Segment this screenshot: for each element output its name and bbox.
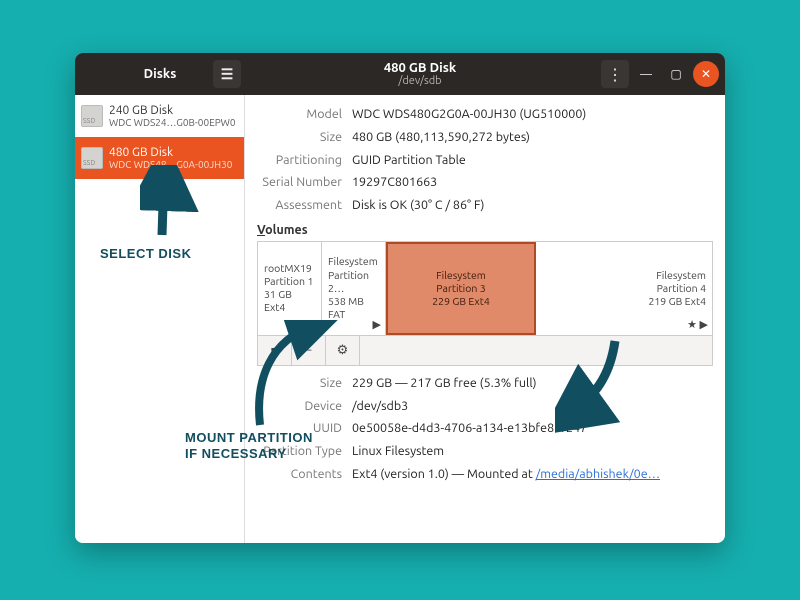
label-serial: Serial Number [257,173,352,192]
title-left: Disks ☰ [75,53,245,95]
delete-partition-button[interactable]: − [292,336,326,365]
gear-icon: ⚙ [337,343,349,358]
value-assessment: Disk is OK (30° C / 86° F) [352,196,713,215]
volume-partition-3-selected[interactable]: Filesystem Partition 3 229 GB Ext4 [386,242,536,335]
volume-partition-4[interactable]: Filesystem Partition 4 219 GB Ext4 ★ ▶ [536,242,712,335]
value-serial: 19297C801663 [352,173,713,192]
disk-item-name: 240 GB Disk [109,104,238,117]
volume-size: 538 MB FAT [328,295,379,321]
close-button[interactable]: ✕ [693,61,719,87]
volume-name: rootMX19 [264,262,315,275]
stop-icon: ■ [271,343,279,358]
value-device: /dev/sdb3 [352,397,713,416]
label-assessment: Assessment [257,196,352,215]
sidebar-disk-item[interactable]: SSD 240 GB Disk WDC WDS24…G0B-00EPW0 [75,95,244,137]
content-area: SSD 240 GB Disk WDC WDS24…G0B-00EPW0 SSD… [75,95,725,543]
volume-part: Partition 4 [542,282,706,295]
value-part-size: 229 GB — 217 GB free (5.3% full) [352,374,713,393]
label-contents: Contents [257,465,352,484]
window-title: 480 GB Disk [384,61,456,75]
disks-window: Disks ☰ 480 GB Disk /dev/sdb ⋮ — ▢ ✕ SSD… [75,53,725,543]
volume-toolbar: ■ − ⚙ [257,336,713,366]
volume-partition-1[interactable]: rootMX19 Partition 1 31 GB Ext4 [258,242,322,335]
label-device: Device [257,397,352,416]
annotation-mount-partition: MOUNT PARTITION IF NECESSARY [185,430,313,461]
unmount-button[interactable]: ■ [258,336,292,365]
volume-size: 31 GB Ext4 [264,288,315,314]
sidebar-disk-item-selected[interactable]: SSD 480 GB Disk WDC WDS48…G0A-00JH30 [75,137,244,179]
value-size: 480 GB (480,113,590,272 bytes) [352,128,713,147]
minus-icon: − [305,343,312,357]
partition-settings-button[interactable]: ⚙ [326,336,360,365]
volume-name: Filesystem [542,269,706,282]
disk-item-name: 480 GB Disk [109,146,238,159]
annotation-select-disk: SELECT DISK [100,246,191,262]
ssd-icon: SSD [81,105,103,127]
kebab-icon: ⋮ [607,65,623,84]
maximize-button[interactable]: ▢ [663,61,689,87]
volume-partition-2[interactable]: Filesystem Partition 2… 538 MB FAT ▶ [322,242,386,335]
minimize-icon: — [640,68,652,81]
disk-item-text: 240 GB Disk WDC WDS24…G0B-00EPW0 [109,104,238,128]
maximize-icon: ▢ [670,67,681,81]
value-partitioning: GUID Partition Table [352,151,713,170]
disk-sidebar: SSD 240 GB Disk WDC WDS24…G0B-00EPW0 SSD… [75,95,245,543]
volume-part: Partition 1 [264,275,315,288]
volume-part: Partition 3 [394,282,528,295]
window-subtitle: /dev/sdb [398,75,441,87]
volume-size: 219 GB Ext4 [542,295,706,308]
volume-size: 229 GB Ext4 [394,295,528,308]
volume-star-nav[interactable]: ★ ▶ [687,319,708,333]
label-partitioning: Partitioning [257,151,352,170]
close-icon: ✕ [701,67,711,81]
app-title: Disks [144,67,177,81]
contents-text: Ext4 (version 1.0) — Mounted at [352,467,536,481]
volume-map: rootMX19 Partition 1 31 GB Ext4 Filesyst… [257,241,713,336]
mount-path-link[interactable]: /media/abhishek/0e… [536,467,660,481]
disk-item-text: 480 GB Disk WDC WDS48…G0A-00JH30 [109,146,238,170]
minimize-button[interactable]: — [633,61,659,87]
value-part-type: Linux Filesystem [352,442,713,461]
hamburger-menu-button[interactable]: ☰ [213,60,241,88]
volume-nav-right[interactable]: ▶ [373,319,381,333]
main-panel: ModelWDC WDS480G2G0A-00JH30 (UG510000) S… [245,95,725,543]
more-menu-button[interactable]: ⋮ [601,60,629,88]
value-contents: Ext4 (version 1.0) — Mounted at /media/a… [352,465,713,484]
label-model: Model [257,105,352,124]
disk-item-model: WDC WDS48…G0A-00JH30 [109,159,238,170]
value-model: WDC WDS480G2G0A-00JH30 (UG510000) [352,105,713,124]
window-controls: ⋮ — ▢ ✕ [595,53,725,95]
title-center: 480 GB Disk /dev/sdb [245,53,595,95]
disk-item-model: WDC WDS24…G0B-00EPW0 [109,117,238,128]
volume-part: Partition 2… [328,269,379,295]
volumes-heading: Volumes [257,223,713,237]
volume-name: Filesystem [394,269,528,282]
label-part-size: Size [257,374,352,393]
volume-name: Filesystem [328,255,379,268]
titlebar: Disks ☰ 480 GB Disk /dev/sdb ⋮ — ▢ ✕ [75,53,725,95]
ssd-icon: SSD [81,147,103,169]
value-uuid: 0e50058e-d4d3-4706-a134-e13bfe81f247 [352,419,713,438]
hamburger-icon: ☰ [221,66,234,83]
label-size: Size [257,128,352,147]
